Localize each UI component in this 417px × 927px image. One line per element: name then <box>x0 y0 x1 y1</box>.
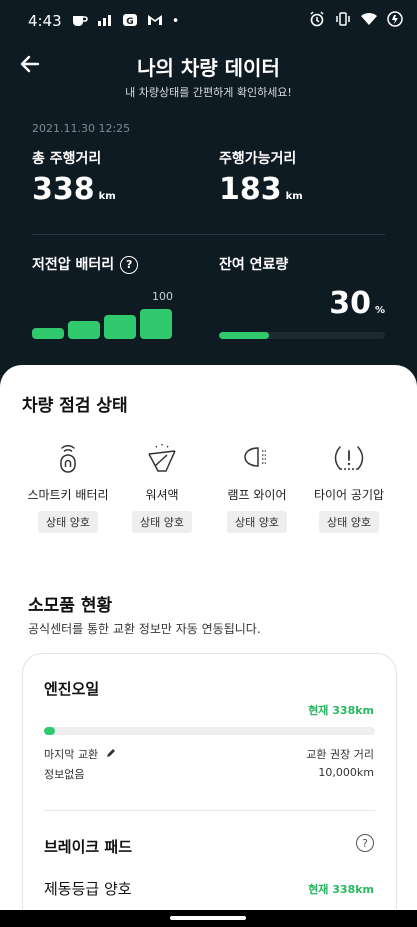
check-item-tire-pressure[interactable]: 타이어 공기압 상태 양호 <box>299 440 399 533</box>
battery-level-bar-1 <box>32 328 64 339</box>
check-item-smart-key[interactable]: 스마트키 배터리 상태 양호 <box>18 440 118 533</box>
pencil-icon[interactable] <box>105 747 117 759</box>
last-change-label-text: 마지막 교환 <box>44 748 99 761</box>
smart-key-icon <box>51 440 85 474</box>
last-change-label[interactable]: 마지막 교환 <box>44 746 117 762</box>
recommended-distance-label: 교환 권장 거리 <box>306 748 374 761</box>
last-change-value: 정보없음 <box>44 768 85 781</box>
recommended-distance-value: 10,000km <box>318 766 374 779</box>
notification-dot: • <box>171 13 180 29</box>
status-badge: 상태 양호 <box>132 511 192 533</box>
status-badge: 상태 양호 <box>227 511 287 533</box>
total-distance-label: 총 주행거리 <box>32 151 102 167</box>
range-label: 주행가능거리 <box>219 151 297 167</box>
status-time: 4:43 <box>28 12 62 30</box>
brake-pad-title: 브레이크 패드 <box>44 838 133 856</box>
total-distance-number: 338 <box>32 172 95 207</box>
check-item-name: 스마트키 배터리 <box>27 488 109 502</box>
check-item-name: 워셔액 <box>145 488 179 502</box>
coffee-icon <box>72 13 88 30</box>
battery-level-bar-3 <box>104 315 136 339</box>
page-title: 나의 차량 데이터 <box>137 56 280 80</box>
card-divider <box>44 810 375 811</box>
status-badge: 상태 양호 <box>38 511 98 533</box>
brake-pad-grade: 제동등급 양호 <box>44 880 132 898</box>
range-number: 183 <box>219 172 282 207</box>
battery-status-icon <box>387 11 403 31</box>
battery-level-bar-2 <box>68 321 100 339</box>
engine-oil-progress <box>44 727 375 735</box>
total-distance-unit: km <box>98 191 116 202</box>
consumables-description: 공식센터를 통한 교환 정보만 자동 연동됩니다. <box>28 622 261 636</box>
system-nav-bar <box>0 910 417 927</box>
range-unit: km <box>285 191 303 202</box>
lamp-icon <box>240 440 274 474</box>
consumables-title: 소모품 현황 <box>28 596 113 616</box>
battery-label: 저전압 배터리? <box>32 254 139 274</box>
svg-text:G: G <box>126 17 133 27</box>
status-bar: 4:43 G • <box>0 0 417 42</box>
fuel-label: 잔여 연료량 <box>219 257 289 273</box>
check-item-name: 램프 와이어 <box>227 488 287 502</box>
fuel-unit: % <box>374 305 385 316</box>
vehicle-data-header-panel: 4:43 G • 나의 차량 데이터 내 차량상태를 간편하게 확인하세요! 2… <box>0 0 417 420</box>
battery-max-label: 100 <box>152 290 173 303</box>
battery-level-bar-4 <box>140 309 172 339</box>
brake-pad-current: 현재 338km <box>308 883 374 896</box>
battery-label-text: 저전압 배터리 <box>32 257 115 273</box>
range-value: 183 km <box>219 172 303 207</box>
check-item-name: 타이어 공기압 <box>313 488 385 502</box>
summary-divider <box>32 234 385 235</box>
inspection-title: 차량 점검 상태 <box>22 396 128 416</box>
wifi-icon <box>361 12 377 30</box>
chart-app-icon <box>97 13 113 30</box>
washer-fluid-icon <box>145 440 179 474</box>
engine-oil-title: 엔진오일 <box>44 680 100 698</box>
brake-pad-help-icon[interactable]: ? <box>356 834 374 852</box>
gmail-icon <box>147 13 163 29</box>
engine-oil-progress-fill <box>44 727 56 735</box>
fuel-gauge <box>219 332 385 339</box>
vibrate-icon <box>335 11 351 31</box>
vehicle-status-sheet[interactable]: 차량 점검 상태 스마트키 배터리 상태 양호 워셔액 상태 양호 램프 와이어… <box>0 365 417 927</box>
consumables-card: 엔진오일 현재 338km 마지막 교환 정보없음 교환 권장 거리 10,00… <box>22 653 397 927</box>
fuel-gauge-fill <box>219 332 269 339</box>
check-item-lamp-wire[interactable]: 램프 와이어 상태 양호 <box>207 440 307 533</box>
engine-oil-current: 현재 338km <box>308 704 374 717</box>
app-g-icon: G <box>122 13 138 30</box>
fuel-number: 30 <box>329 286 371 321</box>
home-handle[interactable] <box>170 916 246 920</box>
status-badge: 상태 양호 <box>319 511 379 533</box>
check-item-washer-fluid[interactable]: 워셔액 상태 양호 <box>112 440 212 533</box>
battery-help-icon[interactable]: ? <box>120 255 139 274</box>
fuel-value: 30% <box>329 286 385 321</box>
data-timestamp: 2021.11.30 12:25 <box>32 122 131 135</box>
tire-pressure-icon <box>332 440 366 474</box>
alarm-icon <box>309 11 325 31</box>
total-distance-value: 338 km <box>32 172 116 207</box>
page-subtitle: 내 차량상태를 간편하게 확인하세요! <box>125 86 292 99</box>
